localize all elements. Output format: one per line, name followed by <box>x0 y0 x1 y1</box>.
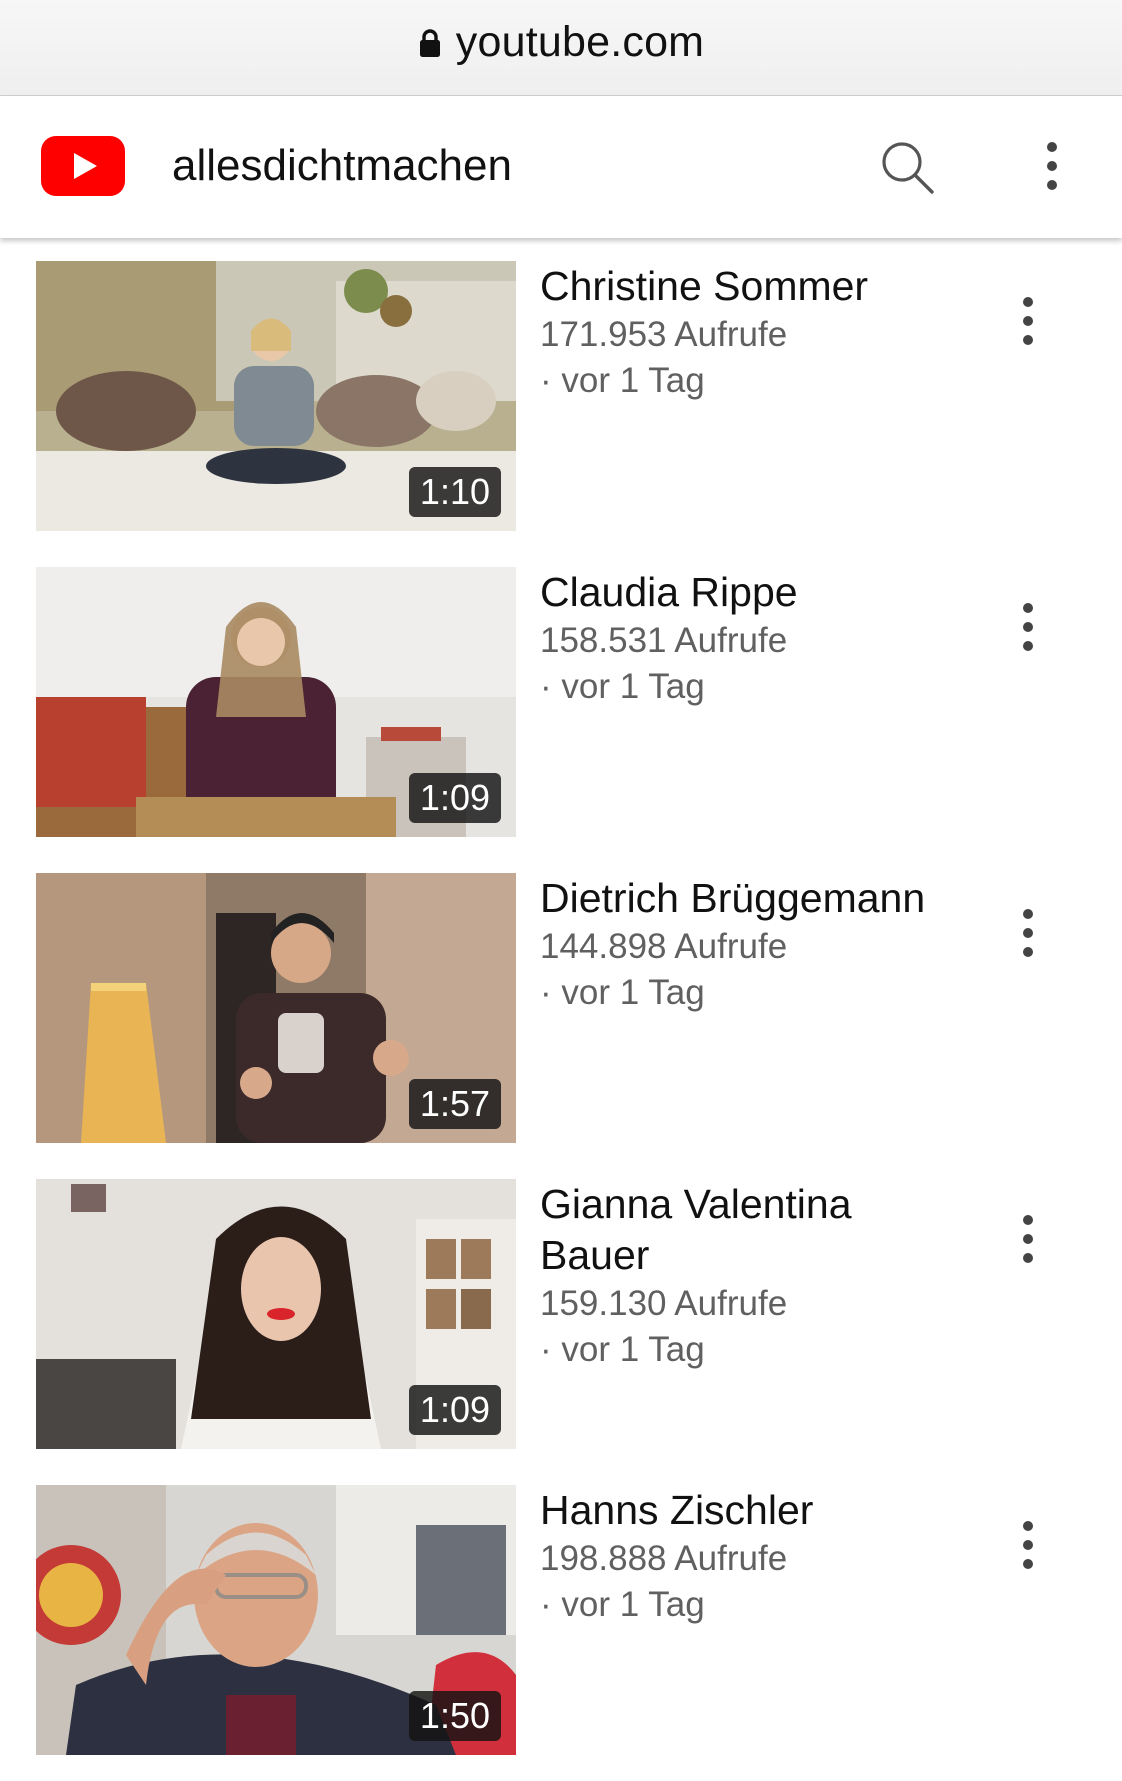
video-item[interactable]: 1:50 Hanns Zischler 198.888 Aufrufe · vo… <box>0 1485 1122 1755</box>
youtube-logo-icon[interactable] <box>41 136 125 196</box>
video-title[interactable]: Claudia Rippe <box>540 567 960 618</box>
search-icon[interactable] <box>878 138 936 196</box>
video-meta: Claudia Rippe 158.531 Aufrufe · vor 1 Ta… <box>540 567 960 710</box>
video-views: 158.531 Aufrufe <box>540 621 788 660</box>
more-vert-icon[interactable] <box>1036 136 1068 196</box>
video-title[interactable]: Hanns Zischler <box>540 1485 960 1536</box>
video-views: 159.130 Aufrufe <box>540 1284 788 1323</box>
more-vert-icon[interactable] <box>1012 291 1044 351</box>
video-thumbnail[interactable]: 1:09 <box>36 1179 516 1449</box>
youtube-header: allesdichtmachen <box>0 96 1122 238</box>
video-thumbnail[interactable]: 1:50 <box>36 1485 516 1755</box>
video-duration: 1:57 <box>408 1079 501 1129</box>
video-meta: Christine Sommer 171.953 Aufrufe · vor 1… <box>540 261 960 404</box>
video-item[interactable]: 1:10 Christine Sommer 171.953 Aufrufe · … <box>0 261 1122 531</box>
more-vert-icon[interactable] <box>1012 903 1044 963</box>
video-age: · vor 1 Tag <box>540 667 705 706</box>
video-thumbnail[interactable]: 1:57 <box>36 873 516 1143</box>
video-title[interactable]: Dietrich Brüggemann <box>540 873 960 924</box>
video-item[interactable]: 1:57 Dietrich Brüggemann 144.898 Aufrufe… <box>0 873 1122 1143</box>
channel-title: allesdichtmachen <box>172 141 512 190</box>
video-meta: Dietrich Brüggemann 144.898 Aufrufe · vo… <box>540 873 960 1016</box>
video-meta: Gianna Valentina Bauer 159.130 Aufrufe ·… <box>540 1179 960 1373</box>
video-thumbnail[interactable]: 1:10 <box>36 261 516 531</box>
more-vert-icon[interactable] <box>1012 1515 1044 1575</box>
video-item[interactable]: 1:09 Claudia Rippe 158.531 Aufrufe · vor… <box>0 567 1122 837</box>
video-thumbnail[interactable]: 1:09 <box>36 567 516 837</box>
video-title[interactable]: Christine Sommer <box>540 261 960 312</box>
more-vert-icon[interactable] <box>1012 597 1044 657</box>
video-duration: 1:10 <box>408 467 501 517</box>
video-age: · vor 1 Tag <box>540 973 705 1012</box>
video-duration: 1:09 <box>408 773 501 823</box>
video-item[interactable]: 1:09 Gianna Valentina Bauer 159.130 Aufr… <box>0 1179 1122 1449</box>
video-age: · vor 1 Tag <box>540 361 705 400</box>
video-age: · vor 1 Tag <box>540 1585 705 1624</box>
video-age: · vor 1 Tag <box>540 1330 705 1369</box>
video-title[interactable]: Gianna Valentina Bauer <box>540 1179 960 1281</box>
video-meta: Hanns Zischler 198.888 Aufrufe · vor 1 T… <box>540 1485 960 1628</box>
video-views: 144.898 Aufrufe <box>540 927 788 966</box>
more-vert-icon[interactable] <box>1012 1209 1044 1269</box>
video-list: 1:10 Christine Sommer 171.953 Aufrufe · … <box>0 0 1122 1781</box>
video-duration: 1:09 <box>408 1385 501 1435</box>
video-views: 198.888 Aufrufe <box>540 1539 788 1578</box>
video-views: 171.953 Aufrufe <box>540 315 788 354</box>
video-duration: 1:50 <box>408 1691 501 1741</box>
